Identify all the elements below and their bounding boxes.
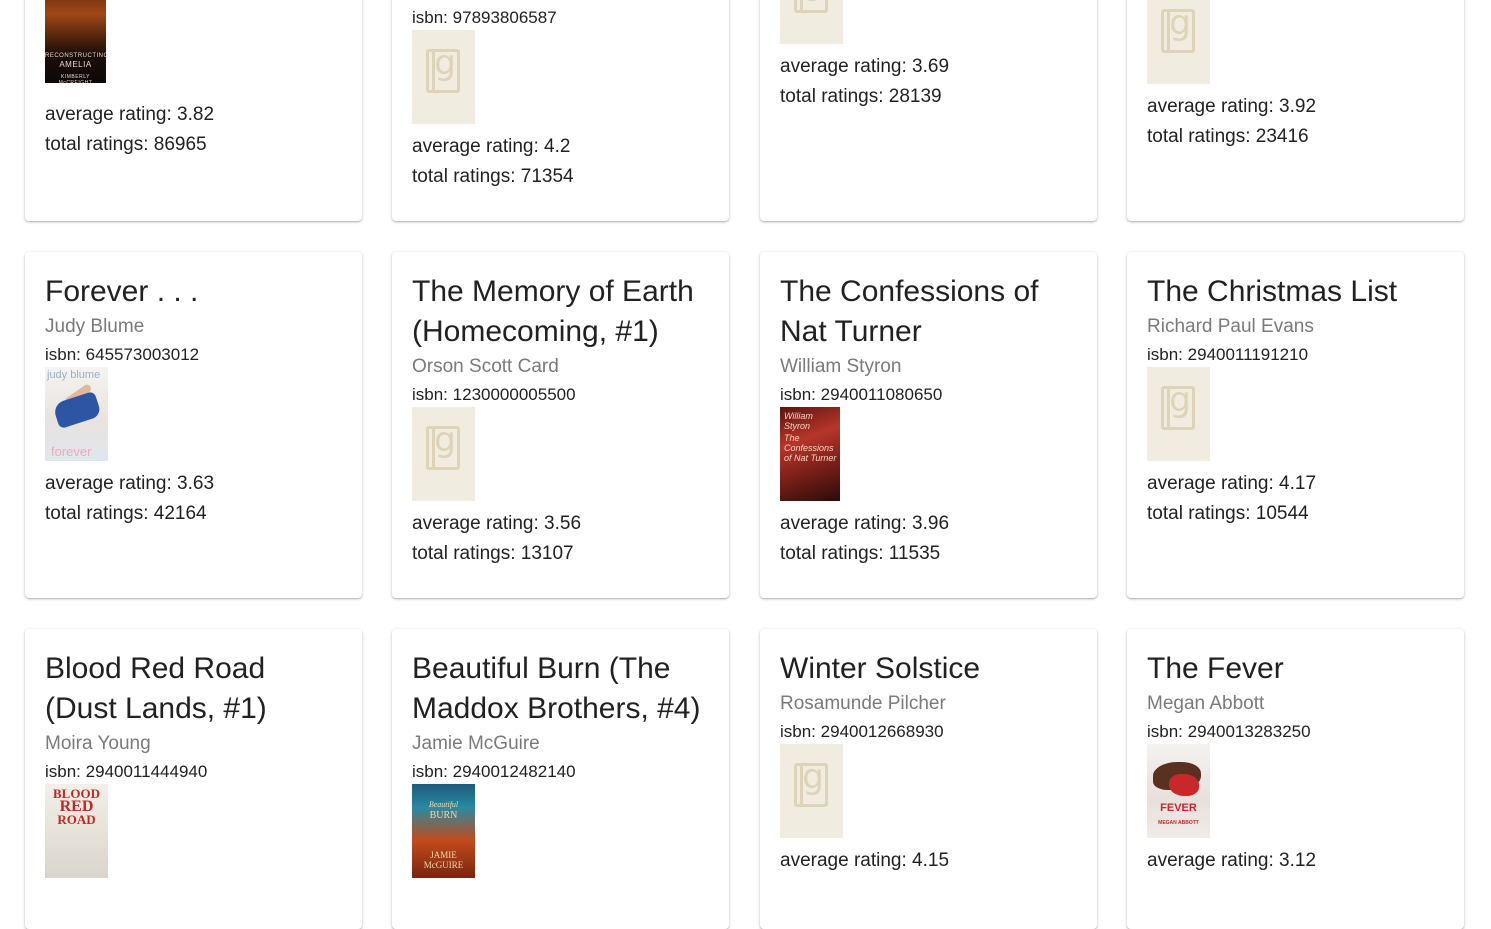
book-isbn: isbn: 97893806587 (412, 8, 557, 27)
book-isbn: isbn: 2940012668930 (780, 722, 944, 741)
cover-text: William Styron (784, 411, 813, 431)
average-rating: average rating: 3.92 (1147, 96, 1317, 117)
average-rating: average rating: 4.2 (412, 136, 571, 157)
book-card[interactable]: RECONSTRUCTING AMELIA KIMBERLY McCREIGHT… (25, 0, 362, 221)
total-ratings: total ratings: 10544 (1147, 503, 1309, 524)
book-title[interactable]: The Memory of Earth (Homecoming, #1) (412, 272, 712, 352)
book-author: Megan Abbott (1147, 693, 1265, 714)
book-cover[interactable]: Beautiful BURN JAMIE McGUIRE (412, 784, 475, 878)
book-isbn: isbn: 2940011080650 (780, 385, 943, 404)
book-card[interactable]: The Confessions of Nat Turner William St… (760, 252, 1097, 598)
book-isbn: isbn: 2940011444940 (45, 762, 208, 781)
average-rating: average rating: 3.69 (780, 56, 950, 77)
average-rating: average rating: 3.56 (412, 513, 582, 534)
book-cover-placeholder[interactable]: g (1147, 0, 1210, 84)
total-ratings: total ratings: 13107 (412, 543, 574, 564)
book-isbn: isbn: 2940013283250 (1147, 722, 1311, 741)
book-cover-placeholder[interactable]: g (780, 0, 843, 44)
cover-text: McGUIRE (423, 860, 464, 870)
book-title[interactable]: Winter Solstice (780, 649, 980, 689)
total-ratings: total ratings: 42164 (45, 503, 207, 524)
book-author: Moira Young (45, 733, 151, 754)
book-author: William Styron (780, 356, 902, 377)
cover-text: RECONSTRUCTING (45, 53, 106, 59)
book-card[interactable]: g average rating: 3.92 total ratings: 23… (1127, 0, 1464, 221)
cover-text: FEVER (1160, 802, 1197, 814)
book-cover-placeholder[interactable]: g (1147, 367, 1210, 461)
book-card[interactable]: Forever . . . Judy Blume isbn: 645573003… (25, 252, 362, 598)
book-card[interactable]: Beautiful Burn (The Maddox Brothers, #4)… (392, 629, 729, 929)
book-title[interactable]: Beautiful Burn (The Maddox Brothers, #4) (412, 649, 712, 729)
book-author: Orson Scott Card (412, 356, 559, 377)
book-title[interactable]: The Christmas List (1147, 272, 1397, 312)
book-author: Richard Paul Evans (1147, 316, 1314, 337)
cover-text: KIMBERLY McCREIGHT (58, 74, 93, 83)
total-ratings: total ratings: 23416 (1147, 126, 1309, 147)
book-card[interactable]: The Christmas List Richard Paul Evans is… (1127, 252, 1464, 598)
book-isbn: isbn: 645573003012 (45, 345, 200, 364)
book-author: Judy Blume (45, 316, 145, 337)
book-author: Rosamunde Pilcher (780, 693, 946, 714)
cover-text: AMELIA (59, 60, 92, 69)
cover-text: Beautiful (428, 800, 459, 809)
average-rating: average rating: 3.63 (45, 473, 215, 494)
book-cover-placeholder[interactable]: g (412, 407, 475, 501)
book-isbn: isbn: 2940011191210 (1147, 345, 1309, 364)
book-isbn: isbn: 2940012482140 (412, 762, 576, 781)
total-ratings: total ratings: 71354 (412, 166, 574, 187)
book-isbn: isbn: 1230000005500 (412, 385, 576, 404)
book-title[interactable]: The Fever (1147, 649, 1284, 689)
book-cover[interactable]: BLOOD RED ROAD (45, 784, 108, 878)
book-cover-placeholder[interactable]: g (412, 30, 475, 124)
total-ratings: total ratings: 86965 (45, 134, 207, 155)
cover-text: judy blume (47, 369, 101, 381)
book-cover[interactable]: RECONSTRUCTING AMELIA KIMBERLY McCREIGHT (45, 0, 106, 83)
book-title[interactable]: Blood Red Road (Dust Lands, #1) (45, 649, 345, 729)
cover-text: MEGAN ABBOTT (1158, 820, 1199, 826)
book-title[interactable]: The Confessions of Nat Turner (780, 272, 1070, 352)
cover-text: BURN (429, 810, 458, 821)
cover-text: forever (51, 444, 92, 459)
total-ratings: total ratings: 11535 (780, 543, 941, 564)
cover-text: The Confessions of Nat Turner (784, 433, 837, 463)
book-card[interactable]: Blood Red Road (Dust Lands, #1) Moira Yo… (25, 629, 362, 929)
average-rating: average rating: 3.82 (45, 104, 215, 125)
book-author: Jamie McGuire (412, 733, 540, 754)
average-rating: average rating: 4.15 (780, 850, 950, 871)
book-cover[interactable]: FEVER MEGAN ABBOTT (1147, 744, 1210, 838)
average-rating: average rating: 3.96 (780, 513, 950, 534)
total-ratings: total ratings: 28139 (780, 86, 942, 107)
book-cover-placeholder[interactable]: g (780, 744, 843, 838)
book-card[interactable]: isbn: 97893806587 g average rating: 4.2 … (392, 0, 729, 221)
book-cover[interactable]: William Styron The Confessions of Nat Tu… (780, 407, 840, 501)
cover-text: ROAD (57, 812, 96, 827)
book-cover[interactable]: judy blume forever (45, 367, 108, 461)
book-card[interactable]: Winter Solstice Rosamunde Pilcher isbn: … (760, 629, 1097, 929)
cover-text: JAMIE (430, 850, 457, 860)
average-rating: average rating: 4.17 (1147, 473, 1317, 494)
book-card[interactable]: The Fever Megan Abbott isbn: 29400132832… (1127, 629, 1464, 929)
book-card[interactable]: The Memory of Earth (Homecoming, #1) Ors… (392, 252, 729, 598)
book-card[interactable]: g average rating: 3.69 total ratings: 28… (760, 0, 1097, 221)
book-title[interactable]: Forever . . . (45, 272, 198, 312)
average-rating: average rating: 3.12 (1147, 850, 1317, 871)
